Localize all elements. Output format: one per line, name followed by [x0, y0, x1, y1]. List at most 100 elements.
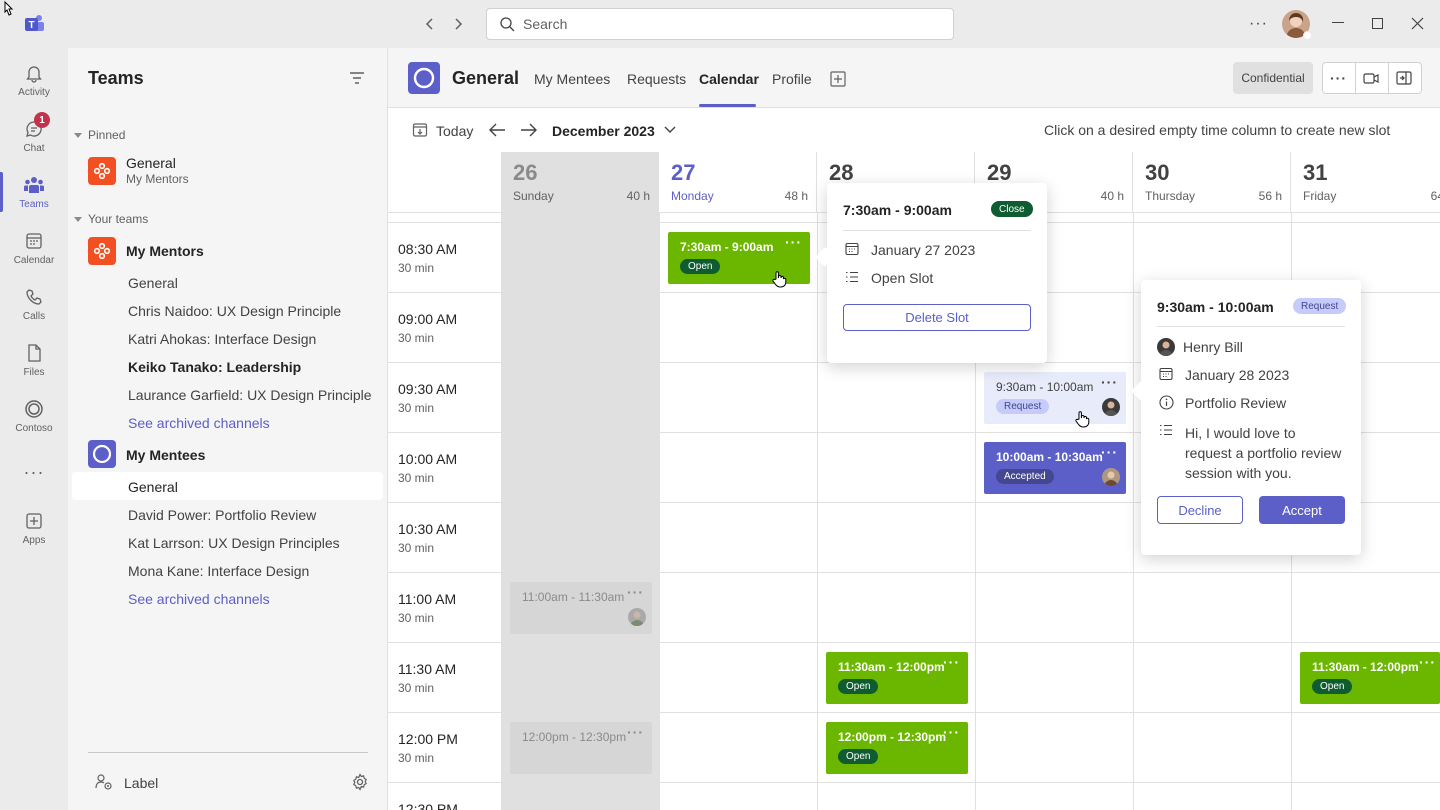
add-tab-icon[interactable]	[830, 71, 846, 87]
chat-badge: 1	[34, 112, 50, 128]
event-more-icon[interactable]: ···	[943, 724, 960, 740]
grid-vline	[817, 213, 818, 810]
popup-close-badge[interactable]: Close	[991, 201, 1033, 217]
event-more-icon[interactable]: ···	[1101, 444, 1118, 460]
chevron-down-icon[interactable]	[664, 125, 676, 135]
rail-chat[interactable]: Chat 1	[0, 108, 68, 164]
time-duration: 30 min	[398, 681, 435, 695]
tab-requests[interactable]: Requests	[627, 71, 686, 87]
tab-my-mentees[interactable]: My Mentees	[534, 71, 610, 87]
popup-slot-type: Open Slot	[871, 270, 934, 286]
event-time: 12:00pm - 12:30pm	[838, 730, 947, 744]
minimize-icon[interactable]	[1332, 22, 1344, 23]
event-time: 11:30am - 12:00pm	[1312, 660, 1419, 674]
divider	[1157, 326, 1345, 327]
team-avatar-mentors-pinned	[88, 157, 116, 185]
tab-calendar[interactable]: Calendar	[699, 71, 759, 87]
teams-logo-icon[interactable]: T	[22, 12, 46, 36]
channel-item[interactable]: Katri Ahokas: Interface Design	[128, 331, 316, 347]
channel-item[interactable]: Kat Larrson: UX Design Principles	[128, 535, 340, 551]
rail-calendar[interactable]: Calendar	[0, 220, 68, 276]
people-settings-icon[interactable]	[94, 772, 114, 792]
search-input[interactable]: Search	[486, 8, 954, 40]
today-button[interactable]: Today	[436, 123, 473, 139]
event-more-icon[interactable]: ···	[1419, 654, 1436, 670]
rail-label-calendar: Calendar	[13, 254, 55, 266]
open-panel-icon[interactable]	[1396, 70, 1412, 86]
archived-channels-link[interactable]: See archived channels	[128, 415, 270, 431]
month-label[interactable]: December 2023	[552, 123, 655, 139]
delete-slot-button[interactable]: Delete Slot	[843, 304, 1031, 331]
event-more-icon[interactable]: ···	[785, 234, 802, 250]
time-duration: 30 min	[398, 261, 435, 275]
meet-now-icon[interactable]	[1363, 70, 1379, 86]
channel-item-unread[interactable]: Keiko Tanako: Leadership	[128, 359, 301, 375]
event-time: 7:30am - 9:00am	[680, 240, 774, 254]
time-duration: 30 min	[398, 611, 435, 625]
header-more-icon[interactable]: ···	[1330, 70, 1347, 86]
more-options-icon[interactable]: ···	[1249, 16, 1268, 32]
decline-button[interactable]: Decline	[1157, 496, 1243, 524]
time-duration: 30 min	[398, 751, 435, 765]
channel-item[interactable]: Chris Naidoo: UX Design Principle	[128, 303, 341, 319]
requester-avatar	[1102, 398, 1120, 416]
event-slot-mon-730[interactable]: 7:30am - 9:00am Open ···	[668, 232, 810, 284]
close-window-icon[interactable]	[1411, 17, 1424, 30]
rail-apps[interactable]: Apps	[0, 500, 68, 556]
settings-gear-icon[interactable]	[351, 773, 369, 791]
day-header-thu: 30 Thursday 56 h	[1133, 152, 1291, 213]
channel-item[interactable]: David Power: Portfolio Review	[128, 507, 316, 523]
rail-files[interactable]: Files	[0, 332, 68, 388]
team-name-mentors[interactable]: My Mentors	[126, 243, 204, 259]
your-teams-section[interactable]: Your teams	[74, 212, 148, 226]
pinned-channel-name[interactable]: General	[126, 155, 176, 171]
event-more-icon[interactable]: ···	[1101, 374, 1118, 390]
status-badge: Open	[838, 749, 879, 764]
time-label: 08:30 AM	[398, 241, 458, 257]
cursor-icon	[0, 0, 18, 18]
event-slot-tue-1200[interactable]: 12:00pm - 12:30pm Open ···	[826, 722, 968, 774]
channel-item[interactable]: Laurance Garfield: UX Design Principle	[128, 387, 372, 403]
prev-week-arrow-icon[interactable]	[488, 122, 506, 138]
event-time: 11:00am - 11:30am	[522, 590, 625, 604]
accept-button[interactable]: Accept	[1259, 496, 1345, 524]
pinned-section[interactable]: Pinned	[74, 128, 125, 142]
rail-teams[interactable]: Teams	[0, 164, 68, 220]
next-week-arrow-icon[interactable]	[520, 122, 538, 138]
popup-slot-date: January 27 2023	[871, 242, 976, 258]
time-label: 11:00 AM	[398, 591, 457, 607]
day-header-sun: 26 Sunday 40 h	[501, 152, 659, 213]
today-icon[interactable]	[412, 122, 428, 138]
event-slot-fri-1130[interactable]: 11:30am - 12:00pm Open ···	[1300, 652, 1440, 704]
channel-avatar	[408, 62, 440, 94]
tab-profile[interactable]: Profile	[772, 71, 812, 87]
event-accepted-wed-1000[interactable]: 10:00am - 10:30am Accepted ···	[984, 442, 1126, 494]
your-teams-label: Your teams	[88, 212, 149, 226]
caret-down-icon	[74, 133, 82, 138]
filter-icon[interactable]	[350, 72, 364, 84]
time-label: 11:30 AM	[398, 661, 457, 677]
event-request-wed-930[interactable]: 9:30am - 10:00am Request ···	[984, 372, 1126, 424]
archived-channels-link[interactable]: See archived channels	[128, 591, 270, 607]
rail-contoso[interactable]: Contoso	[0, 388, 68, 444]
maximize-icon[interactable]	[1372, 18, 1383, 29]
event-slot-tue-1130[interactable]: 11:30am - 12:00pm Open ···	[826, 652, 968, 704]
footer-label[interactable]: Label	[124, 775, 158, 791]
panel-divider	[88, 752, 368, 753]
pinned-label: Pinned	[88, 128, 126, 142]
rail-activity[interactable]: Activity	[0, 52, 68, 108]
rail-calls[interactable]: Calls	[0, 276, 68, 332]
grid-hline	[501, 572, 1440, 573]
back-icon[interactable]	[422, 16, 438, 32]
svg-text:T: T	[28, 20, 34, 31]
forward-icon[interactable]	[450, 16, 466, 32]
rail-more-icon[interactable]: ···	[0, 444, 68, 500]
day-number: 30	[1145, 160, 1170, 185]
team-name-mentees[interactable]: My Mentees	[126, 447, 205, 463]
active-tab-indicator	[699, 104, 756, 107]
channel-item[interactable]: General	[128, 275, 178, 291]
channel-item-selected[interactable]: General	[128, 479, 178, 495]
day-hours: 48 h	[784, 189, 808, 203]
channel-item[interactable]: Mona Kane: Interface Design	[128, 563, 309, 579]
event-more-icon[interactable]: ···	[943, 654, 960, 670]
